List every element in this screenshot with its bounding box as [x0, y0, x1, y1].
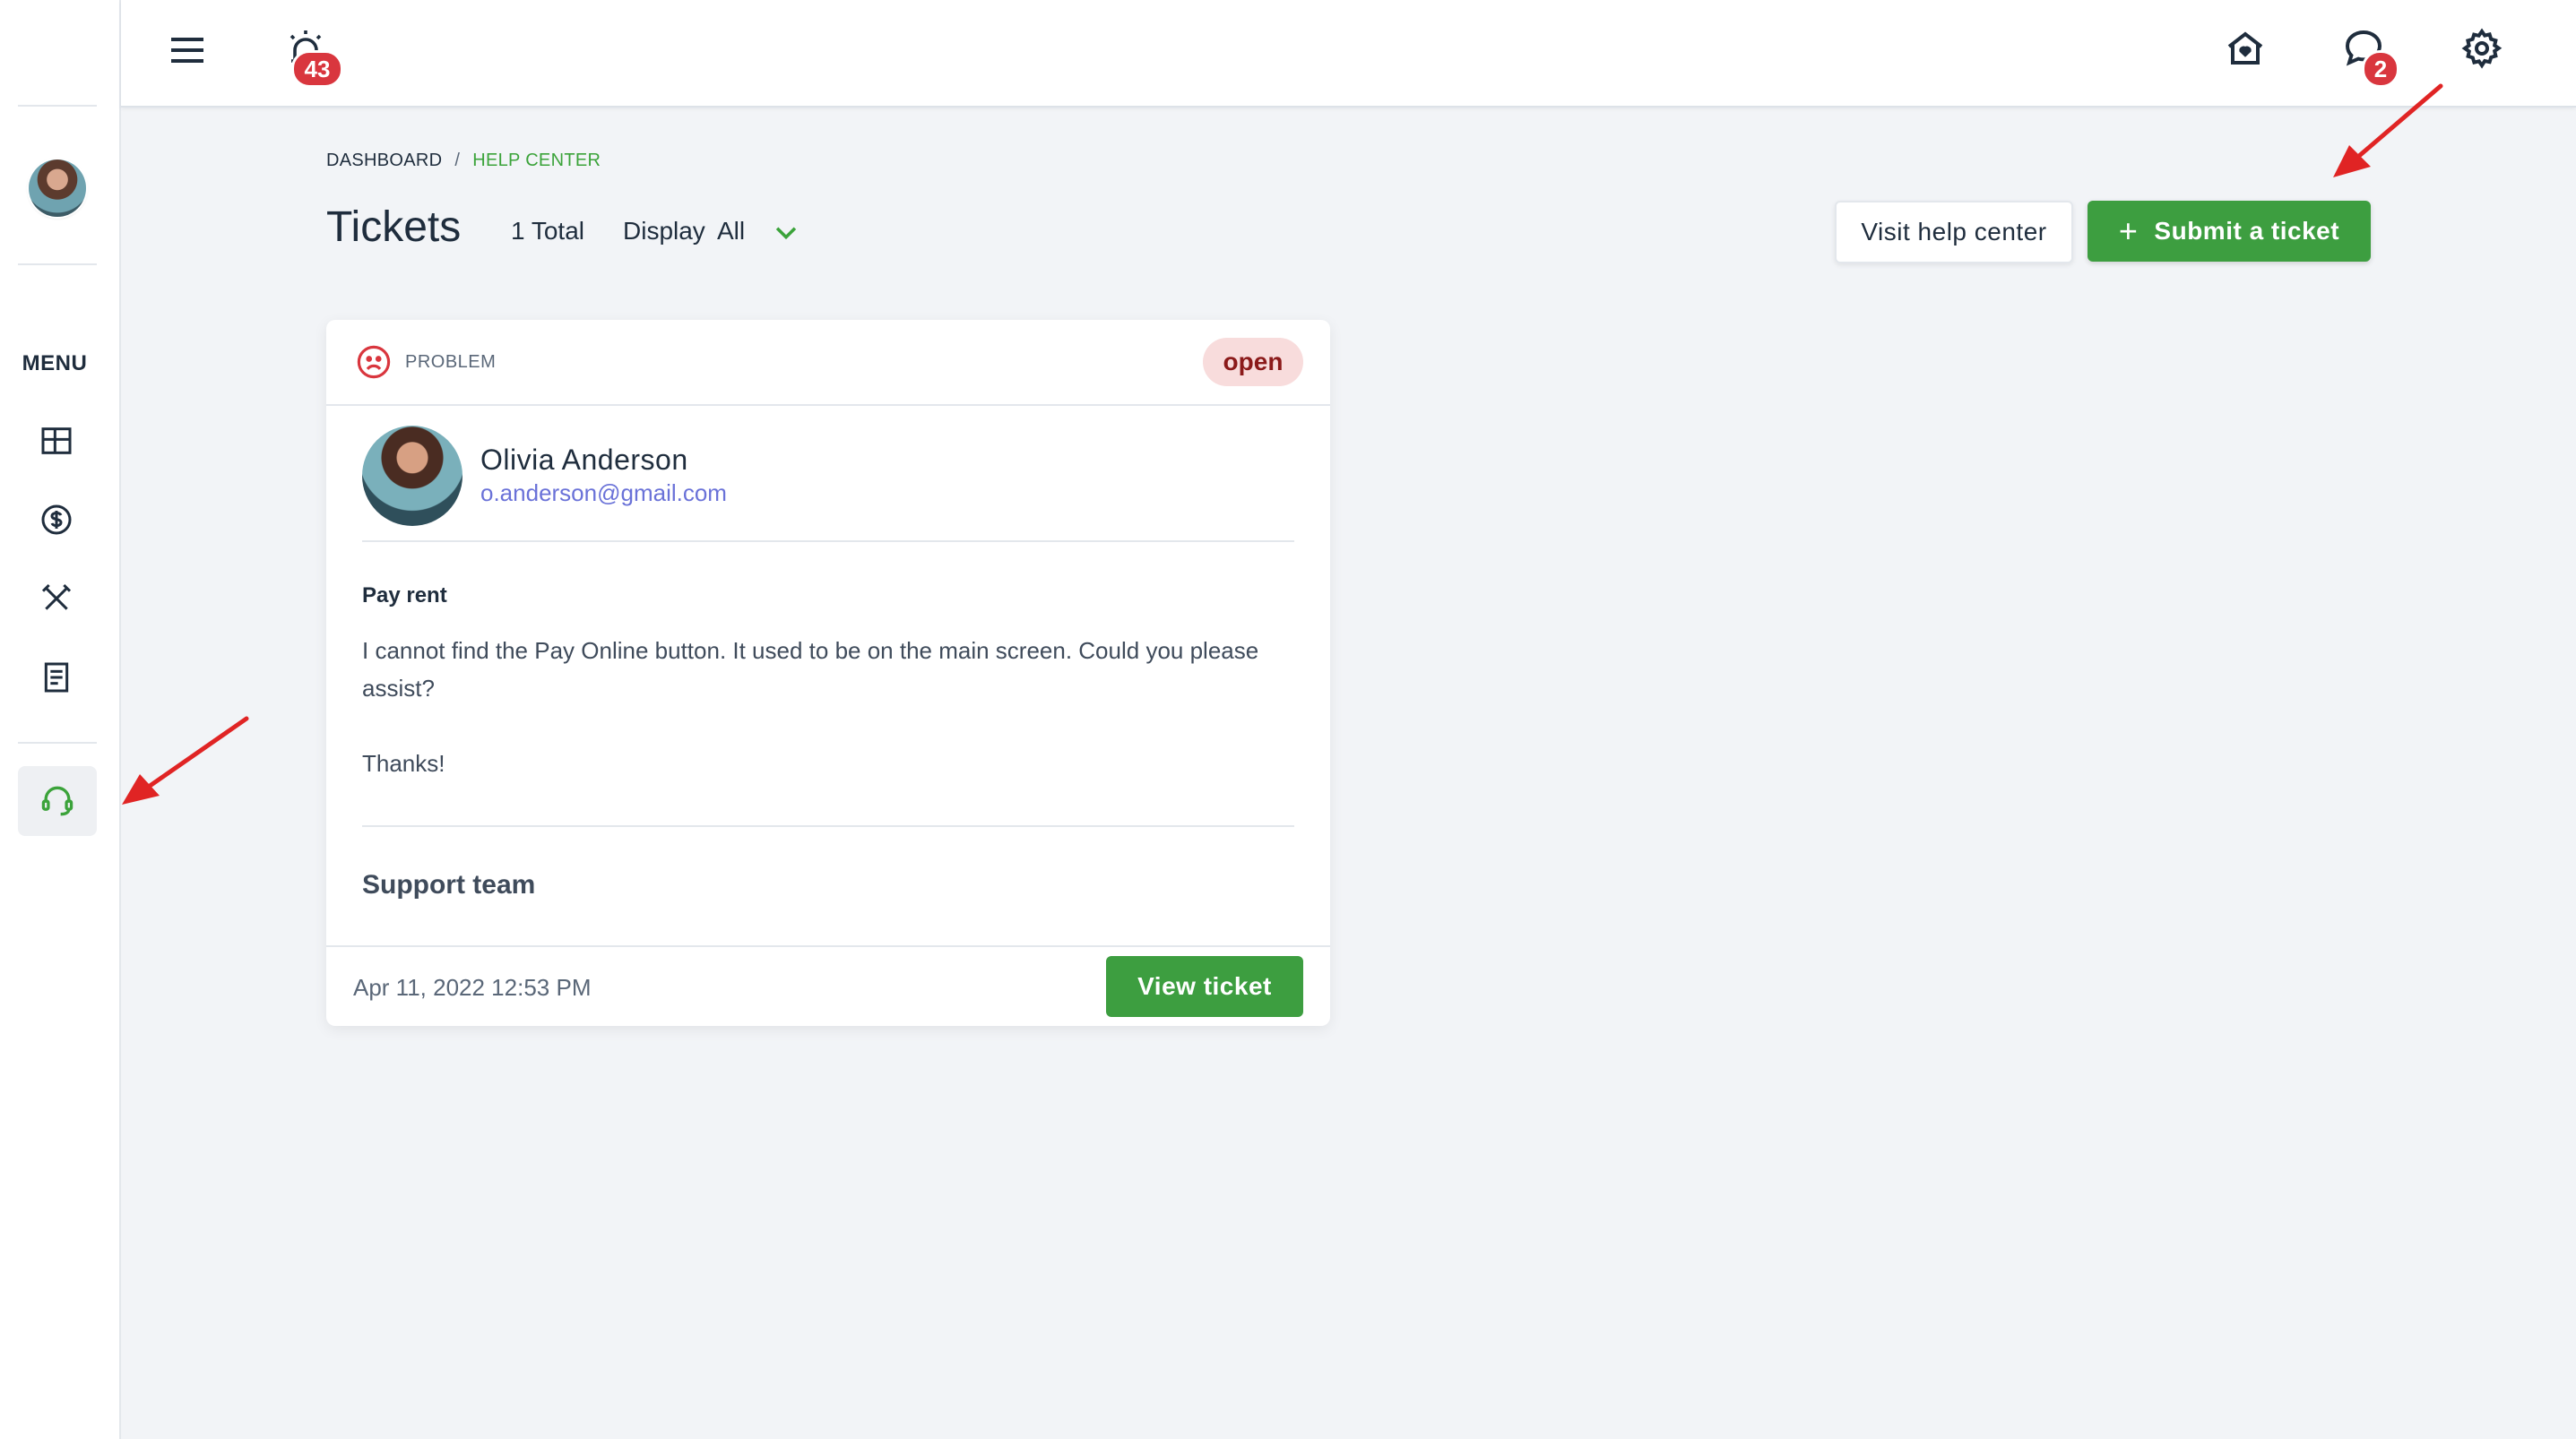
hamburger-icon: [171, 38, 203, 63]
view-ticket-button[interactable]: View ticket: [1106, 956, 1303, 1017]
submit-ticket-label: Submit a ticket: [2154, 217, 2340, 245]
dollar-icon: [41, 504, 72, 535]
sidebar-avatar[interactable]: [29, 159, 86, 217]
status-badge: open: [1203, 338, 1303, 386]
sidebar-item-dashboard[interactable]: [37, 421, 76, 461]
sidebar-item-payments[interactable]: [37, 500, 76, 539]
sidebar-item-documents[interactable]: [37, 658, 76, 697]
ticket-subject: Pay rent: [362, 583, 447, 607]
submit-ticket-button[interactable]: + Submit a ticket: [2088, 201, 2371, 262]
breadcrumb-dashboard[interactable]: DASHBOARD: [326, 151, 442, 170]
top-bar: 43 2: [121, 0, 2576, 108]
dashboard-icon: [41, 427, 72, 454]
card-divider: [362, 825, 1294, 827]
ticket-date: Apr 11, 2022 12:53 PM: [353, 974, 592, 1001]
card-divider: [362, 540, 1294, 542]
user-email-link[interactable]: o.anderson@gmail.com: [480, 479, 727, 507]
menu-label: MENU: [22, 351, 88, 375]
chevron-down-icon[interactable]: [771, 217, 801, 247]
annotation-arrow-icon: [2333, 83, 2443, 177]
breadcrumb-help-center[interactable]: HELP CENTER: [472, 151, 601, 170]
ticket-type: PROBLEM: [405, 352, 497, 372]
sidebar-item-maintenance[interactable]: [37, 579, 76, 618]
ticket-card: PROBLEM open Olivia Anderson o.anderson@…: [326, 320, 1330, 1026]
gear-icon: [2461, 28, 2503, 69]
alarm-badge: 43: [291, 50, 343, 88]
page-title: Tickets: [326, 203, 462, 251]
tools-icon: [41, 583, 72, 610]
ticket-total: 1 Total: [511, 217, 584, 245]
breadcrumb: DASHBOARD / HELP CENTER: [326, 151, 601, 171]
annotation-arrow-icon: [122, 716, 249, 805]
visit-help-center-button[interactable]: Visit help center: [1835, 201, 2073, 263]
plus-icon: +: [2118, 212, 2139, 249]
home-button[interactable]: [2224, 27, 2267, 70]
settings-button[interactable]: [2460, 27, 2503, 70]
home-icon: [2227, 31, 2263, 65]
document-icon: [44, 662, 69, 693]
ticket-card-footer: Apr 11, 2022 12:53 PM View ticket: [326, 945, 1330, 1028]
ticket-card-header: PROBLEM open: [326, 320, 1330, 406]
sad-face-icon: [357, 345, 391, 379]
headset-icon: [41, 786, 73, 816]
user-avatar: [362, 426, 462, 526]
sidebar-item-help-center[interactable]: [18, 766, 97, 836]
assigned-team: Support team: [362, 870, 536, 900]
sidebar: MENU: [0, 0, 121, 1439]
sidebar-divider: [18, 105, 97, 107]
hamburger-menu-button[interactable]: [166, 29, 209, 72]
breadcrumb-separator: /: [454, 151, 461, 170]
display-filter-label: Display: [623, 217, 705, 245]
user-name: Olivia Anderson: [480, 444, 688, 476]
ticket-body: I cannot find the Pay Online button. It …: [362, 637, 1259, 777]
sidebar-divider: [18, 263, 97, 265]
display-filter-value[interactable]: All: [717, 217, 745, 246]
sidebar-divider: [18, 742, 97, 744]
